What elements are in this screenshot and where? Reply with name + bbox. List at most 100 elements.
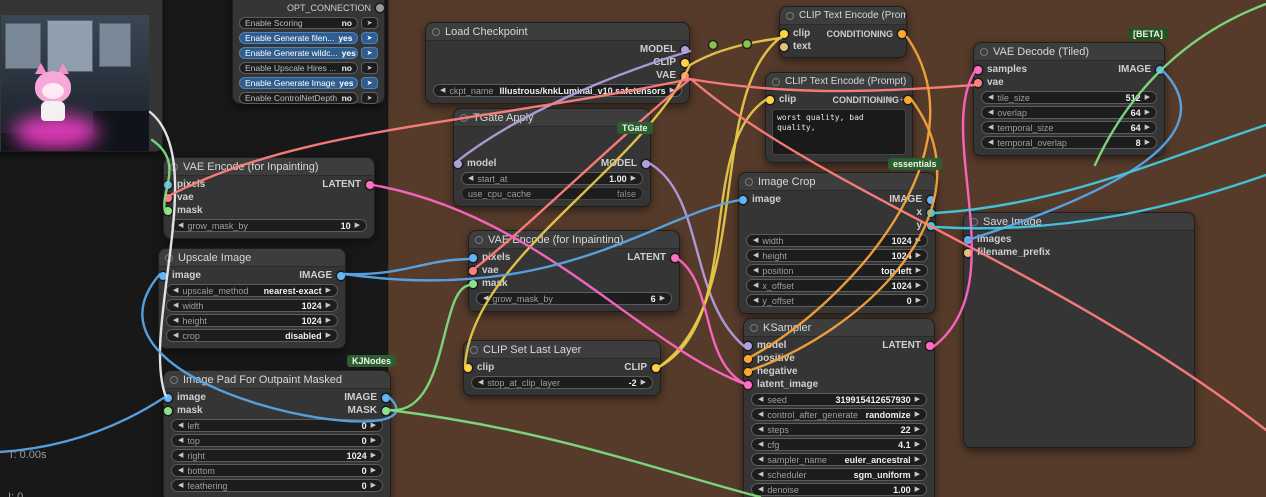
arrow-left-icon[interactable]: ◀ — [468, 175, 473, 182]
widget-start-at[interactable]: ◀ start_at 1.00 ▶ — [461, 172, 643, 185]
arrow-right-icon[interactable]: ▶ — [916, 237, 921, 244]
port-latent-out[interactable] — [366, 180, 374, 189]
arrow-right-icon[interactable]: ▶ — [631, 175, 636, 182]
toggle-row-enable-generate-image[interactable]: Enable Generate Image yes ➤ — [239, 77, 378, 89]
arrow-left-icon[interactable]: ◀ — [178, 482, 183, 489]
port-model-in[interactable] — [454, 159, 462, 168]
node-clip-text-encode-b[interactable]: CLIP Text Encode (Prompt) ⊙ ⊕ + clip CON… — [765, 72, 913, 163]
toggle-row-enable-generate-wildcard[interactable]: Enable Generate wildc... yes ➤ — [239, 47, 378, 59]
arrow-right-icon[interactable]: ▶ — [916, 282, 921, 289]
node-vae-decode-tiled[interactable]: VAE Decode (Tiled) samples IMAGE vae ◀ t… — [973, 42, 1165, 156]
arrow-left-icon[interactable]: ◀ — [758, 411, 763, 418]
collapse-dot[interactable] — [470, 345, 478, 354]
arrow-right-icon[interactable]: ▶ — [660, 295, 665, 302]
arrow-left-icon[interactable]: ◀ — [173, 287, 178, 294]
node-title-bar[interactable]: VAE Decode (Tiled) — [974, 43, 1164, 61]
port-image-out[interactable] — [1156, 65, 1164, 74]
arrow-right-icon[interactable]: ▶ — [915, 486, 920, 493]
port-model-in[interactable] — [744, 341, 752, 350]
arrow-right-icon[interactable]: ▶ — [670, 87, 675, 94]
arrow-left-icon[interactable]: ◀ — [758, 486, 763, 493]
arrow-right-icon[interactable]: ▶ — [1145, 139, 1150, 146]
node-vae-encode-inpainting-left[interactable]: VAE Encode (for Inpainting) pixels LATEN… — [163, 157, 375, 239]
port-vae-in[interactable] — [469, 266, 477, 275]
node-save-image[interactable]: Save Image images filename_prefix — [963, 212, 1195, 448]
port-mask-in[interactable] — [164, 206, 172, 215]
port-x-out[interactable] — [927, 208, 935, 217]
widget-control-after-generate[interactable]: ◀ control_after_generate randomize ▶ — [751, 408, 927, 421]
node-clip-text-encode-a[interactable]: CLIP Text Encode (Prompt) clip CONDITION… — [779, 6, 907, 58]
collapse-dot[interactable] — [980, 47, 988, 56]
arrow-right-icon[interactable]: ▶ — [915, 396, 920, 403]
arrow-left-icon[interactable]: ◀ — [178, 437, 183, 444]
run-arrow-icon[interactable]: ➤ — [361, 62, 378, 74]
toggle-row-enable-scoring[interactable]: Enable Scoring no ➤ — [239, 17, 378, 29]
widget-bottom[interactable]: ◀ bottom 0 ▶ — [171, 464, 383, 477]
port-samples-in[interactable] — [974, 65, 982, 74]
port-images-in[interactable] — [964, 235, 972, 244]
arrow-left-icon[interactable]: ◀ — [753, 297, 758, 304]
arrow-right-icon[interactable]: ▶ — [326, 317, 331, 324]
port-model-out[interactable] — [681, 45, 689, 54]
arrow-right-icon[interactable]: ▶ — [326, 302, 331, 309]
collapse-dot[interactable] — [786, 11, 794, 20]
arrow-right-icon[interactable]: ▶ — [915, 441, 920, 448]
port-conditioning-out[interactable] — [898, 29, 906, 38]
arrow-left-icon[interactable]: ◀ — [988, 94, 993, 101]
arrow-right-icon[interactable]: ▶ — [371, 422, 376, 429]
widget-overlap[interactable]: ◀ overlap 64 ▶ — [981, 106, 1157, 119]
widget-upscale-method[interactable]: ◀ upscale_method nearest-exact ▶ — [166, 284, 338, 297]
arrow-right-icon[interactable]: ▶ — [355, 222, 360, 229]
port-vae-in[interactable] — [164, 193, 172, 202]
arrow-right-icon[interactable]: ▶ — [641, 379, 646, 386]
widget-x-offset[interactable]: ◀ x_offset 1024 ▶ — [746, 279, 928, 292]
arrow-left-icon[interactable]: ◀ — [178, 422, 183, 429]
collapse-dot[interactable] — [170, 375, 178, 384]
node-title-bar[interactable]: Save Image — [964, 213, 1194, 231]
arrow-right-icon[interactable]: ▶ — [916, 297, 921, 304]
widget-y-offset[interactable]: ◀ y_offset 0 ▶ — [746, 294, 928, 307]
arrow-right-icon[interactable]: ▶ — [371, 452, 376, 459]
port-filename-prefix-in[interactable] — [964, 248, 972, 257]
port-latent-image-in[interactable] — [744, 380, 752, 389]
arrow-right-icon[interactable]: ▶ — [1145, 124, 1150, 131]
node-title-bar[interactable]: VAE Encode (for Inpainting) — [469, 231, 679, 249]
collapse-dot[interactable] — [170, 162, 178, 171]
node-title-bar[interactable]: Load Checkpoint — [426, 23, 689, 41]
node-image-crop[interactable]: Image Crop image IMAGE x y ◀ width 1024 … — [738, 172, 936, 314]
port-image-in[interactable] — [739, 195, 747, 204]
arrow-left-icon[interactable]: ◀ — [758, 396, 763, 403]
collapse-dot[interactable] — [750, 323, 758, 332]
arrow-left-icon[interactable]: ◀ — [440, 87, 445, 94]
port-clip-in[interactable] — [780, 29, 788, 38]
arrow-left-icon[interactable]: ◀ — [173, 302, 178, 309]
node-title-bar[interactable]: Upscale Image — [159, 249, 345, 267]
arrow-right-icon[interactable]: ▶ — [371, 437, 376, 444]
arrow-right-icon[interactable]: ▶ — [1145, 109, 1150, 116]
node-ksampler[interactable]: KSampler model LATENT positive negative … — [743, 318, 935, 497]
port-pixels-in[interactable] — [469, 253, 477, 262]
arrow-left-icon[interactable]: ◀ — [178, 222, 183, 229]
arrow-left-icon[interactable]: ◀ — [753, 252, 758, 259]
widget-stop-at-clip-layer[interactable]: ◀ stop_at_clip_layer -2 ▶ — [471, 376, 653, 389]
collapse-dot[interactable] — [460, 113, 468, 122]
arrow-left-icon[interactable]: ◀ — [988, 139, 993, 146]
run-arrow-icon[interactable]: ➤ — [361, 17, 378, 29]
widget-grow-mask-by[interactable]: ◀ grow_mask_by 10 ▶ — [171, 219, 367, 232]
collapse-dot[interactable] — [432, 27, 440, 36]
collapse-dot[interactable] — [970, 217, 978, 226]
arrow-right-icon[interactable]: ▶ — [915, 426, 920, 433]
node-title-bar[interactable]: CLIP Text Encode (Prompt) — [780, 7, 906, 25]
run-arrow-icon[interactable]: ➤ — [361, 47, 378, 59]
port-opt-connection-out[interactable] — [376, 3, 384, 12]
widget-ckpt-name[interactable]: ◀ ckpt_name Illustrous/knkLuminai_v10.sa… — [433, 84, 682, 97]
run-arrow-icon[interactable]: ➤ — [361, 32, 378, 44]
widget-steps[interactable]: ◀ steps 22 ▶ — [751, 423, 927, 436]
arrow-right-icon[interactable]: ▶ — [326, 332, 331, 339]
port-latent-out[interactable] — [926, 341, 934, 350]
widget-height[interactable]: ◀ height 1024 ▶ — [166, 314, 338, 327]
arrow-left-icon[interactable]: ◀ — [173, 317, 178, 324]
port-vae-out[interactable] — [681, 71, 689, 80]
port-clip-out[interactable] — [652, 363, 660, 372]
widget-left[interactable]: ◀ left 0 ▶ — [171, 419, 383, 432]
